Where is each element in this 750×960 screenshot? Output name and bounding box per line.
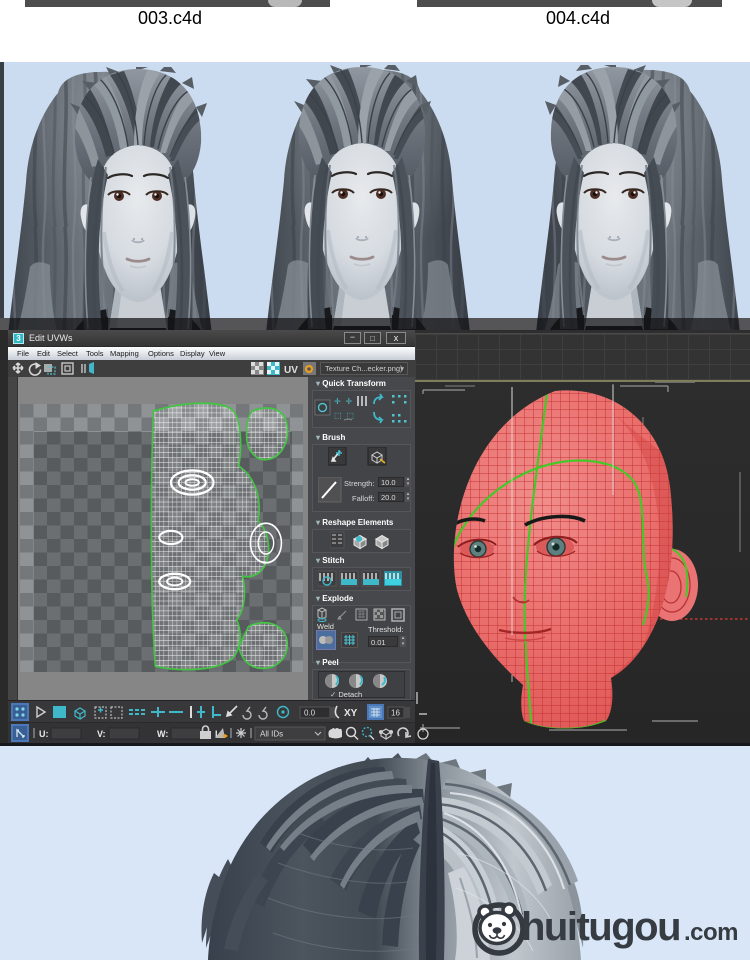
svg-text:U:: U: [39, 729, 49, 739]
svg-text:.com: .com [684, 919, 738, 946]
svg-text:All IDs: All IDs [260, 730, 283, 739]
svg-text:16: 16 [391, 709, 400, 718]
svg-text:UV: UV [284, 365, 298, 376]
svg-text:huitugou: huitugou [521, 905, 680, 949]
svg-text:0.0: 0.0 [304, 709, 316, 718]
svg-text:✛ ✛: ✛ ✛ [334, 398, 353, 407]
svg-text:XY: XY [344, 708, 358, 719]
svg-text:W:: W: [157, 729, 168, 739]
svg-text:V:: V: [97, 729, 106, 739]
